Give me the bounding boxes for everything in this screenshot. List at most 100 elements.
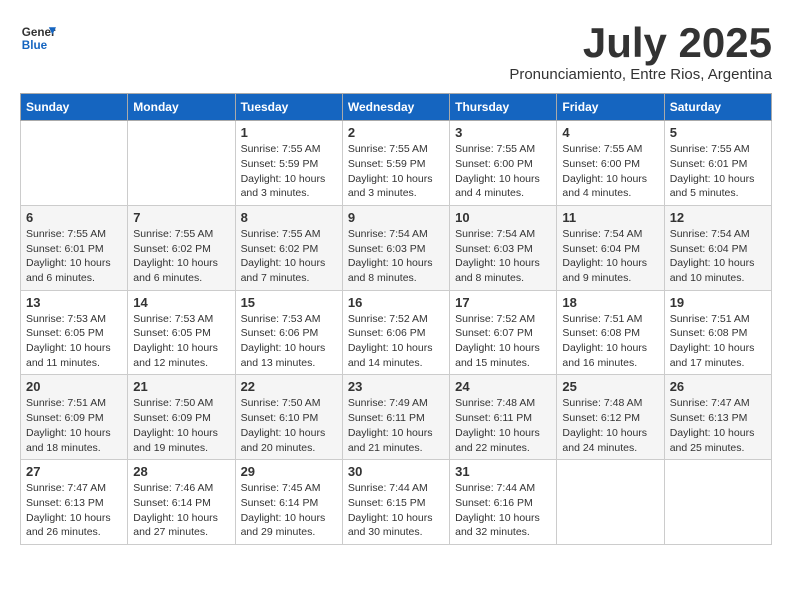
day-info: Sunrise: 7:53 AM Sunset: 6:05 PM Dayligh… [26,312,122,371]
day-info: Sunrise: 7:48 AM Sunset: 6:12 PM Dayligh… [562,396,658,455]
day-cell: 19 Sunrise: 7:51 AM Sunset: 6:08 PM Dayli… [664,290,771,375]
day-number: 6 [26,210,122,225]
day-info: Sunrise: 7:53 AM Sunset: 6:06 PM Dayligh… [241,312,337,371]
day-cell: 23Sunrise: 7:49 AM Sunset: 6:11 PM Dayli… [342,375,449,460]
weekday-header-friday: Friday [557,94,664,121]
day-cell: 24 Sunrise: 7:48 AM Sunset: 6:11 PM Dayli… [450,375,557,460]
day-number: 24 [455,379,551,394]
day-cell: 10 Sunrise: 7:54 AM Sunset: 6:03 PM Dayli… [450,205,557,290]
day-info: Sunrise: 7:55 AM Sunset: 6:01 PM Dayligh… [26,227,122,286]
svg-text:Blue: Blue [22,39,48,52]
day-cell: 2 Sunrise: 7:55 AM Sunset: 5:59 PM Daylig… [342,121,449,206]
day-cell: 28 Sunrise: 7:46 AM Sunset: 6:14 PM Dayli… [128,460,235,545]
day-info: Sunrise: 7:44 AM Sunset: 6:15 PM Dayligh… [348,481,444,540]
day-cell: 6 Sunrise: 7:55 AM Sunset: 6:01 PM Daylig… [21,205,128,290]
day-info: Sunrise: 7:51 AM Sunset: 6:08 PM Dayligh… [562,312,658,371]
day-cell [128,121,235,206]
day-cell: 14Sunrise: 7:53 AM Sunset: 6:05 PM Dayli… [128,290,235,375]
day-cell: 3 Sunrise: 7:55 AM Sunset: 6:00 PM Daylig… [450,121,557,206]
day-number: 29 [241,464,337,479]
weekday-header-thursday: Thursday [450,94,557,121]
day-info: Sunrise: 7:48 AM Sunset: 6:11 PM Dayligh… [455,396,551,455]
day-cell: 8 Sunrise: 7:55 AM Sunset: 6:02 PM Daylig… [235,205,342,290]
day-info: Sunrise: 7:44 AM Sunset: 6:16 PM Dayligh… [455,481,551,540]
day-cell: 9Sunrise: 7:54 AM Sunset: 6:03 PM Daylig… [342,205,449,290]
logo: General Blue [20,20,60,56]
day-cell [557,460,664,545]
day-cell: 1Sunrise: 7:55 AM Sunset: 5:59 PM Daylig… [235,121,342,206]
day-info: Sunrise: 7:54 AM Sunset: 6:04 PM Dayligh… [670,227,766,286]
weekday-header-wednesday: Wednesday [342,94,449,121]
day-number: 25 [562,379,658,394]
day-cell: 7Sunrise: 7:55 AM Sunset: 6:02 PM Daylig… [128,205,235,290]
day-cell: 25 Sunrise: 7:48 AM Sunset: 6:12 PM Dayli… [557,375,664,460]
weekday-header-sunday: Sunday [21,94,128,121]
day-number: 19 [670,295,766,310]
day-cell: 30 Sunrise: 7:44 AM Sunset: 6:15 PM Dayli… [342,460,449,545]
day-number: 8 [241,210,337,225]
week-row-2: 6 Sunrise: 7:55 AM Sunset: 6:01 PM Daylig… [21,205,772,290]
day-cell: 12Sunrise: 7:54 AM Sunset: 6:04 PM Dayli… [664,205,771,290]
day-number: 10 [455,210,551,225]
day-number: 3 [455,125,551,140]
day-cell: 18 Sunrise: 7:51 AM Sunset: 6:08 PM Dayli… [557,290,664,375]
day-cell: 11 Sunrise: 7:54 AM Sunset: 6:04 PM Dayli… [557,205,664,290]
day-number: 4 [562,125,658,140]
day-cell [21,121,128,206]
day-number: 22 [241,379,337,394]
day-cell: 17 Sunrise: 7:52 AM Sunset: 6:07 PM Dayli… [450,290,557,375]
day-number: 20 [26,379,122,394]
title-block: July 2025 Pronunciamiento, Entre Rios, A… [509,20,772,83]
day-info: Sunrise: 7:55 AM Sunset: 5:59 PM Dayligh… [348,142,444,201]
day-cell: 21 Sunrise: 7:50 AM Sunset: 6:09 PM Dayli… [128,375,235,460]
day-cell: 4 Sunrise: 7:55 AM Sunset: 6:00 PM Daylig… [557,121,664,206]
day-cell: 26 Sunrise: 7:47 AM Sunset: 6:13 PM Dayli… [664,375,771,460]
day-info: Sunrise: 7:55 AM Sunset: 6:00 PM Dayligh… [455,142,551,201]
day-info: Sunrise: 7:55 AM Sunset: 5:59 PM Dayligh… [241,142,337,201]
weekday-header-row: SundayMondayTuesdayWednesdayThursdayFrid… [21,94,772,121]
weekday-header-monday: Monday [128,94,235,121]
day-number: 30 [348,464,444,479]
day-info: Sunrise: 7:54 AM Sunset: 6:03 PM Dayligh… [455,227,551,286]
month-title: July 2025 [509,20,772,66]
calendar-table: SundayMondayTuesdayWednesdayThursdayFrid… [20,93,772,545]
weekday-header-saturday: Saturday [664,94,771,121]
day-number: 26 [670,379,766,394]
day-cell: 20 Sunrise: 7:51 AM Sunset: 6:09 PM Dayli… [21,375,128,460]
day-number: 2 [348,125,444,140]
day-info: Sunrise: 7:50 AM Sunset: 6:09 PM Dayligh… [133,396,229,455]
day-info: Sunrise: 7:46 AM Sunset: 6:14 PM Dayligh… [133,481,229,540]
day-number: 16 [348,295,444,310]
day-cell: 29 Sunrise: 7:45 AM Sunset: 6:14 PM Dayli… [235,460,342,545]
week-row-3: 13 Sunrise: 7:53 AM Sunset: 6:05 PM Dayli… [21,290,772,375]
day-info: Sunrise: 7:49 AM Sunset: 6:11 PM Dayligh… [348,396,444,455]
day-number: 17 [455,295,551,310]
day-info: Sunrise: 7:52 AM Sunset: 6:07 PM Dayligh… [455,312,551,371]
day-cell [664,460,771,545]
day-info: Sunrise: 7:45 AM Sunset: 6:14 PM Dayligh… [241,481,337,540]
day-number: 13 [26,295,122,310]
day-info: Sunrise: 7:50 AM Sunset: 6:10 PM Dayligh… [241,396,337,455]
day-info: Sunrise: 7:55 AM Sunset: 6:00 PM Dayligh… [562,142,658,201]
week-row-5: 27Sunrise: 7:47 AM Sunset: 6:13 PM Dayli… [21,460,772,545]
day-info: Sunrise: 7:54 AM Sunset: 6:04 PM Dayligh… [562,227,658,286]
logo-icon: General Blue [20,20,56,56]
day-info: Sunrise: 7:47 AM Sunset: 6:13 PM Dayligh… [670,396,766,455]
day-cell: 13 Sunrise: 7:53 AM Sunset: 6:05 PM Dayli… [21,290,128,375]
day-cell: 5Sunrise: 7:55 AM Sunset: 6:01 PM Daylig… [664,121,771,206]
day-number: 11 [562,210,658,225]
day-info: Sunrise: 7:55 AM Sunset: 6:02 PM Dayligh… [241,227,337,286]
day-number: 9 [348,210,444,225]
weekday-header-tuesday: Tuesday [235,94,342,121]
day-info: Sunrise: 7:51 AM Sunset: 6:08 PM Dayligh… [670,312,766,371]
day-cell: 31Sunrise: 7:44 AM Sunset: 6:16 PM Dayli… [450,460,557,545]
location-subtitle: Pronunciamiento, Entre Rios, Argentina [509,66,772,83]
week-row-1: 1Sunrise: 7:55 AM Sunset: 5:59 PM Daylig… [21,121,772,206]
day-info: Sunrise: 7:47 AM Sunset: 6:13 PM Dayligh… [26,481,122,540]
day-number: 18 [562,295,658,310]
day-number: 21 [133,379,229,394]
day-number: 28 [133,464,229,479]
day-cell: 15Sunrise: 7:53 AM Sunset: 6:06 PM Dayli… [235,290,342,375]
day-info: Sunrise: 7:51 AM Sunset: 6:09 PM Dayligh… [26,396,122,455]
day-cell: 27Sunrise: 7:47 AM Sunset: 6:13 PM Dayli… [21,460,128,545]
